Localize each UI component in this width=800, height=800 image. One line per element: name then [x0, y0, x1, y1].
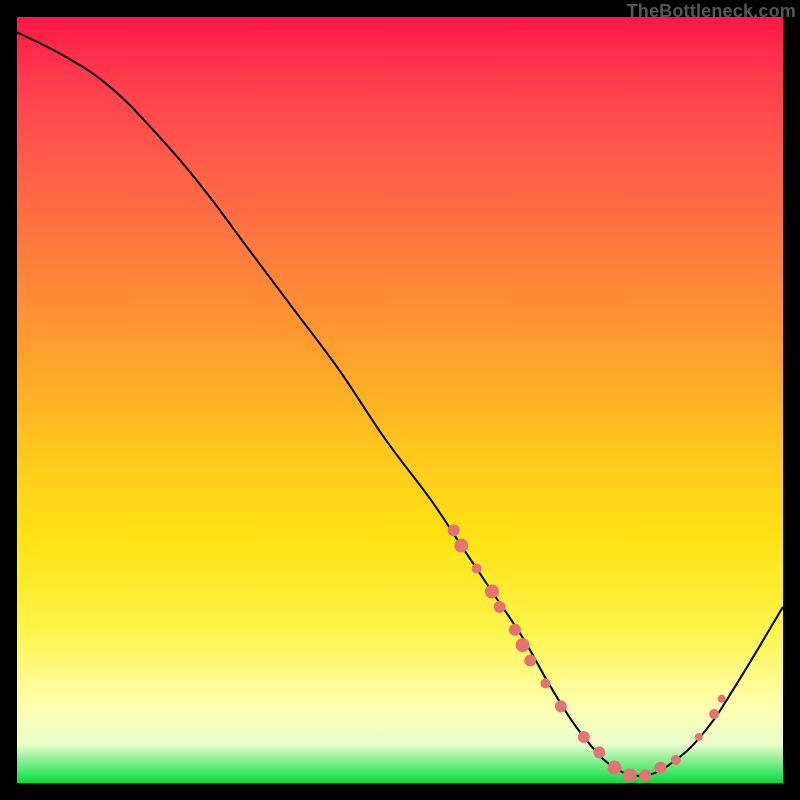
- scatter-dot: [555, 700, 567, 712]
- scatter-dot: [509, 624, 521, 636]
- scatter-dot: [607, 761, 621, 775]
- chart-frame: [17, 17, 783, 783]
- scatter-dot: [654, 762, 666, 774]
- scatter-dot: [695, 733, 703, 741]
- scatter-dot: [454, 539, 468, 553]
- scatter-dot: [541, 678, 551, 688]
- scatter-dot: [578, 731, 590, 743]
- watermark-text: TheBottleneck.com: [627, 1, 796, 22]
- scatter-dot: [623, 768, 637, 782]
- scatter-dot: [472, 564, 482, 574]
- scatter-dots-group: [448, 524, 726, 782]
- scatter-dot: [671, 755, 681, 765]
- scatter-dot: [639, 769, 651, 781]
- bottleneck-curve: [17, 32, 783, 776]
- scatter-dot: [593, 746, 605, 758]
- chart-overlay-svg: [17, 17, 783, 783]
- scatter-dot: [494, 601, 506, 613]
- scatter-dot: [485, 585, 499, 599]
- scatter-dot: [709, 709, 719, 719]
- scatter-dot: [516, 638, 530, 652]
- scatter-dot: [524, 654, 536, 666]
- scatter-dot: [718, 695, 726, 703]
- scatter-dot: [448, 524, 460, 536]
